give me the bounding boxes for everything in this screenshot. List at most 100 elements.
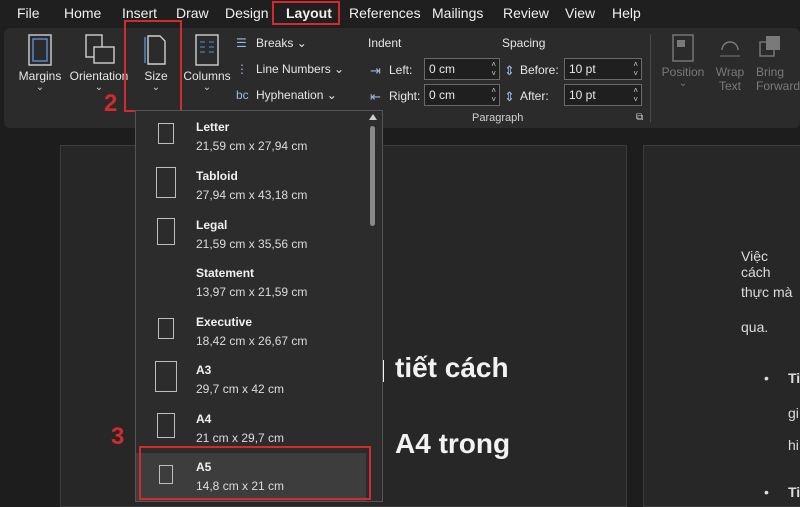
position-icon (672, 34, 694, 62)
bullet-2-text: Ti (788, 484, 800, 500)
size-dropdown-menu: Letter 21,59 cm x 27,94 cm Tabloid 27,94… (135, 110, 383, 502)
size-option-legal[interactable]: Legal 21,59 cm x 35,56 cm (136, 211, 366, 259)
ribbon-divider (650, 34, 651, 122)
orientation-label: Orientation (69, 69, 129, 83)
menu-bar: File Home Insert Draw Design Layout Refe… (0, 0, 800, 27)
columns-button[interactable]: Columns ⌄ (180, 34, 234, 93)
hyphenation-icon: bc (236, 88, 249, 102)
size-option-dimensions: 21,59 cm x 35,56 cm (196, 237, 308, 251)
right-page-line-3: qua. (741, 319, 769, 335)
wrap-text-button[interactable]: Wrap Text (710, 34, 750, 93)
size-option-name: Executive (196, 315, 253, 329)
menu-view[interactable]: View (565, 5, 595, 21)
menu-draw[interactable]: Draw (176, 5, 209, 21)
menu-help[interactable]: Help (612, 5, 641, 21)
menu-insert[interactable]: Insert (122, 5, 157, 21)
paper-size-icon (158, 123, 174, 144)
document-page-right (643, 145, 800, 507)
bring-forward-label-1: Bring (756, 65, 785, 79)
margins-button[interactable]: Margins ⌄ (16, 34, 64, 93)
wrap-text-label-1: Wrap (715, 65, 745, 79)
size-option-tabloid[interactable]: Tabloid 27,94 cm x 43,18 cm (136, 162, 366, 210)
spinner-icon[interactable]: ˄ ˅ (633, 60, 638, 78)
spacing-before-value: 10 pt (569, 62, 596, 76)
size-option-name: A4 (196, 412, 212, 426)
indent-title: Indent (368, 36, 402, 50)
menu-home[interactable]: Home (64, 5, 101, 21)
size-option-dimensions: 29,7 cm x 42 cm (196, 382, 285, 396)
scroll-up-arrow-icon[interactable] (369, 114, 377, 120)
margins-icon (28, 34, 52, 66)
size-option-name: Statement (196, 266, 255, 280)
chevron-down-icon: ⌄ (202, 82, 212, 93)
size-option-dimensions: 27,94 cm x 43,18 cm (196, 188, 308, 202)
chevron-down-icon: ⌄ (334, 62, 345, 76)
dialog-launcher-icon[interactable]: ⧉ (636, 112, 643, 123)
chevron-down-icon: ⌄ (296, 36, 307, 50)
hyphenation-label: Hyphenation (256, 88, 324, 102)
bring-forward-button[interactable]: Bring Forward (756, 34, 800, 93)
spacing-after-icon: ⇕ (504, 89, 515, 104)
spacing-after-label: After: (520, 89, 549, 103)
position-button[interactable]: Position ⌄ (658, 34, 708, 89)
spacing-before-field[interactable]: 10 pt ˄ ˅ (564, 58, 642, 80)
size-button-highlight (124, 20, 182, 112)
line-numbers-button[interactable]: ⋮ Line Numbers ⌄ (236, 62, 344, 76)
size-option-dimensions: 18,42 cm x 26,67 cm (196, 334, 308, 348)
indent-right-field[interactable]: 0 cm ˄ ˅ (424, 84, 500, 106)
menu-mailings[interactable]: Mailings (432, 5, 483, 21)
columns-icon (195, 34, 219, 66)
scrollbar-thumb[interactable] (370, 126, 375, 226)
hyphenation-button[interactable]: bc Hyphenation ⌄ (236, 88, 337, 102)
document-heading-line-2: A4 trong (395, 428, 511, 459)
chevron-down-icon: ⌄ (35, 82, 45, 93)
spacing-after-field[interactable]: 10 pt ˄ ˅ (564, 84, 642, 106)
columns-label: Columns (183, 69, 231, 83)
indent-right-icon: ⇤ (370, 89, 381, 104)
menu-file[interactable]: File (17, 5, 40, 21)
menu-design[interactable]: Design (225, 5, 269, 21)
spinner-icon[interactable]: ˄ ˅ (491, 60, 496, 78)
layout-tab-highlight (272, 1, 340, 25)
paragraph-group-label: Paragraph (472, 112, 524, 124)
size-option-dimensions: 13,97 cm x 21,59 cm (196, 285, 308, 299)
menu-references[interactable]: References (349, 5, 421, 21)
spinner-icon[interactable]: ˄ ˅ (633, 86, 638, 104)
paper-size-icon (158, 318, 174, 339)
indent-right-value: 0 cm (429, 88, 456, 102)
bullet-icon: • (764, 370, 769, 386)
right-page-line-2: thực mà (741, 284, 793, 300)
size-option-letter[interactable]: Letter 21,59 cm x 27,94 cm (136, 113, 366, 161)
margins-label: Margins (18, 69, 62, 83)
size-option-name: A3 (196, 363, 212, 377)
indent-left-icon: ⇥ (370, 63, 381, 78)
menu-review[interactable]: Review (503, 5, 549, 21)
size-option-dimensions: 21 cm x 29,7 cm (196, 431, 285, 445)
paper-size-icon (156, 167, 176, 198)
spacing-title: Spacing (502, 36, 546, 50)
spinner-icon[interactable]: ˄ ˅ (491, 86, 496, 104)
indent-left-field[interactable]: 0 cm ˄ ˅ (424, 58, 500, 80)
size-option-executive[interactable]: Executive 18,42 cm x 26,67 cm (136, 308, 366, 356)
a5-option-highlight (139, 446, 371, 500)
size-option-name: Letter (196, 120, 230, 134)
orientation-icon (85, 34, 115, 64)
wrap-text-label-2: Text (718, 79, 741, 93)
spacing-before-label: Before: (520, 63, 559, 77)
line-numbers-label: Line Numbers (256, 62, 331, 76)
bullet-1-text: Ti (788, 370, 800, 386)
size-option-a3[interactable]: A3 29,7 cm x 42 cm (136, 356, 366, 404)
spacing-after-value: 10 pt (569, 88, 596, 102)
position-label: Position (661, 65, 705, 79)
indent-left-label: Left: (389, 63, 413, 77)
chevron-down-icon: ⌄ (678, 78, 688, 89)
paper-size-icon (155, 361, 177, 392)
bullet-1-cont-1: gi (788, 405, 799, 421)
orientation-button[interactable]: Orientation ⌄ (66, 34, 132, 93)
indent-right-label: Right: (389, 89, 421, 103)
size-option-dimensions: 21,59 cm x 27,94 cm (196, 139, 308, 153)
breaks-button[interactable]: ☰ Breaks ⌄ (236, 36, 307, 50)
step-2-annotation: 2 (104, 90, 118, 117)
breaks-label: Breaks (256, 36, 294, 50)
size-option-statement[interactable]: Statement 13,97 cm x 21,59 cm (136, 259, 366, 307)
